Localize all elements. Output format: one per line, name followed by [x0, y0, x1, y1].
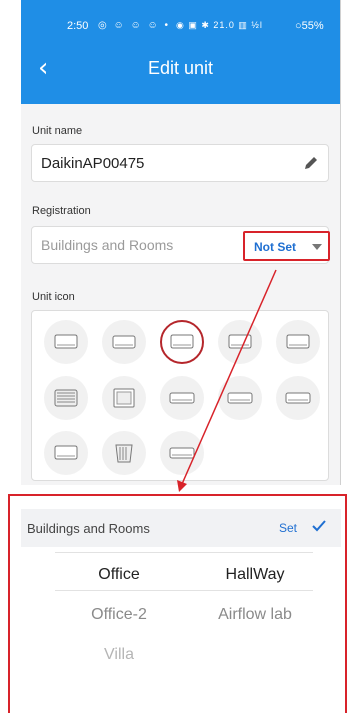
picker-divider — [55, 590, 313, 591]
buildings-rooms-picker: Buildings and Rooms Set Office HallWay O… — [8, 494, 347, 713]
unit-icon-option[interactable] — [218, 320, 262, 364]
unit-icon-grid — [31, 310, 329, 481]
air-conditioner-icon — [115, 444, 133, 463]
option-office[interactable]: Office — [54, 566, 184, 584]
pencil-icon[interactable] — [303, 155, 319, 171]
air-conditioner-icon — [54, 445, 78, 460]
unit-icon-option[interactable] — [160, 320, 204, 364]
option-airflow-lab[interactable]: Airflow lab — [190, 606, 320, 624]
picker-header: Buildings and Rooms Set — [21, 509, 341, 547]
unit-icon-option[interactable] — [44, 376, 88, 420]
air-conditioner-icon — [227, 392, 253, 404]
unit-icon-label: Unit icon — [32, 291, 75, 303]
air-conditioner-icon — [285, 392, 311, 404]
registration-label: Registration — [32, 205, 91, 217]
page-title: Edit unit — [147, 58, 214, 78]
air-conditioner-icon — [112, 335, 136, 349]
unit-icon-option[interactable] — [160, 431, 204, 475]
unit-icon-option[interactable] — [44, 320, 88, 364]
battery-level: ○55% — [295, 20, 324, 32]
registration-field[interactable]: Buildings and Rooms Not Set — [31, 226, 330, 264]
air-conditioner-icon — [169, 392, 195, 404]
air-conditioner-icon — [54, 334, 78, 349]
air-conditioner-icon — [228, 334, 252, 349]
status-bar: 2:50 ◎ ☺ ☺ ☺ • ◉ ▣ ✱ 21.0 ▥ ½l ○55% — [21, 20, 340, 36]
option-hallway[interactable]: HallWay — [190, 566, 320, 584]
unit-icon-option[interactable] — [102, 376, 146, 420]
registration-placeholder: Buildings and Rooms — [41, 237, 174, 253]
picker-divider — [55, 552, 313, 553]
unit-icon-option[interactable] — [160, 376, 204, 420]
air-conditioner-icon — [286, 334, 310, 349]
checkmark-icon[interactable] — [311, 518, 327, 534]
not-set-label: Not Set — [254, 240, 296, 254]
not-set-dropdown[interactable]: Not Set — [243, 231, 330, 261]
air-conditioner-icon — [169, 447, 195, 459]
unit-icon-option[interactable] — [218, 376, 262, 420]
unit-name-field[interactable]: DaikinAP00475 — [31, 144, 329, 182]
unit-name-label: Unit name — [32, 125, 83, 137]
unit-icon-option[interactable] — [44, 431, 88, 475]
set-button[interactable]: Set — [279, 521, 297, 535]
system-icons: ◉ ▣ ✱ 21.0 ▥ ½l — [176, 20, 263, 30]
notification-icons: ◎ ☺ ☺ ☺ • — [98, 20, 170, 31]
status-time: 2:50 — [67, 20, 89, 32]
air-conditioner-icon — [170, 334, 194, 349]
unit-icon-option[interactable] — [276, 376, 320, 420]
app-bar: 2:50 ◎ ☺ ☺ ☺ • ◉ ▣ ✱ 21.0 ▥ ½l ○55% ‹ Ed… — [21, 0, 340, 104]
air-conditioner-icon — [54, 389, 78, 407]
option-villa[interactable]: Villa — [54, 646, 184, 664]
option-office-2[interactable]: Office-2 — [54, 606, 184, 624]
unit-name-value: DaikinAP00475 — [41, 155, 145, 172]
air-conditioner-icon — [113, 388, 135, 408]
picker-title: Buildings and Rooms — [27, 521, 150, 536]
chevron-down-icon — [312, 244, 322, 250]
unit-icon-option[interactable] — [102, 431, 146, 475]
unit-icon-option[interactable] — [276, 320, 320, 364]
unit-icon-option[interactable] — [102, 320, 146, 364]
phone-screen: 2:50 ◎ ☺ ☺ ☺ • ◉ ▣ ✱ 21.0 ▥ ½l ○55% ‹ Ed… — [21, 0, 341, 485]
